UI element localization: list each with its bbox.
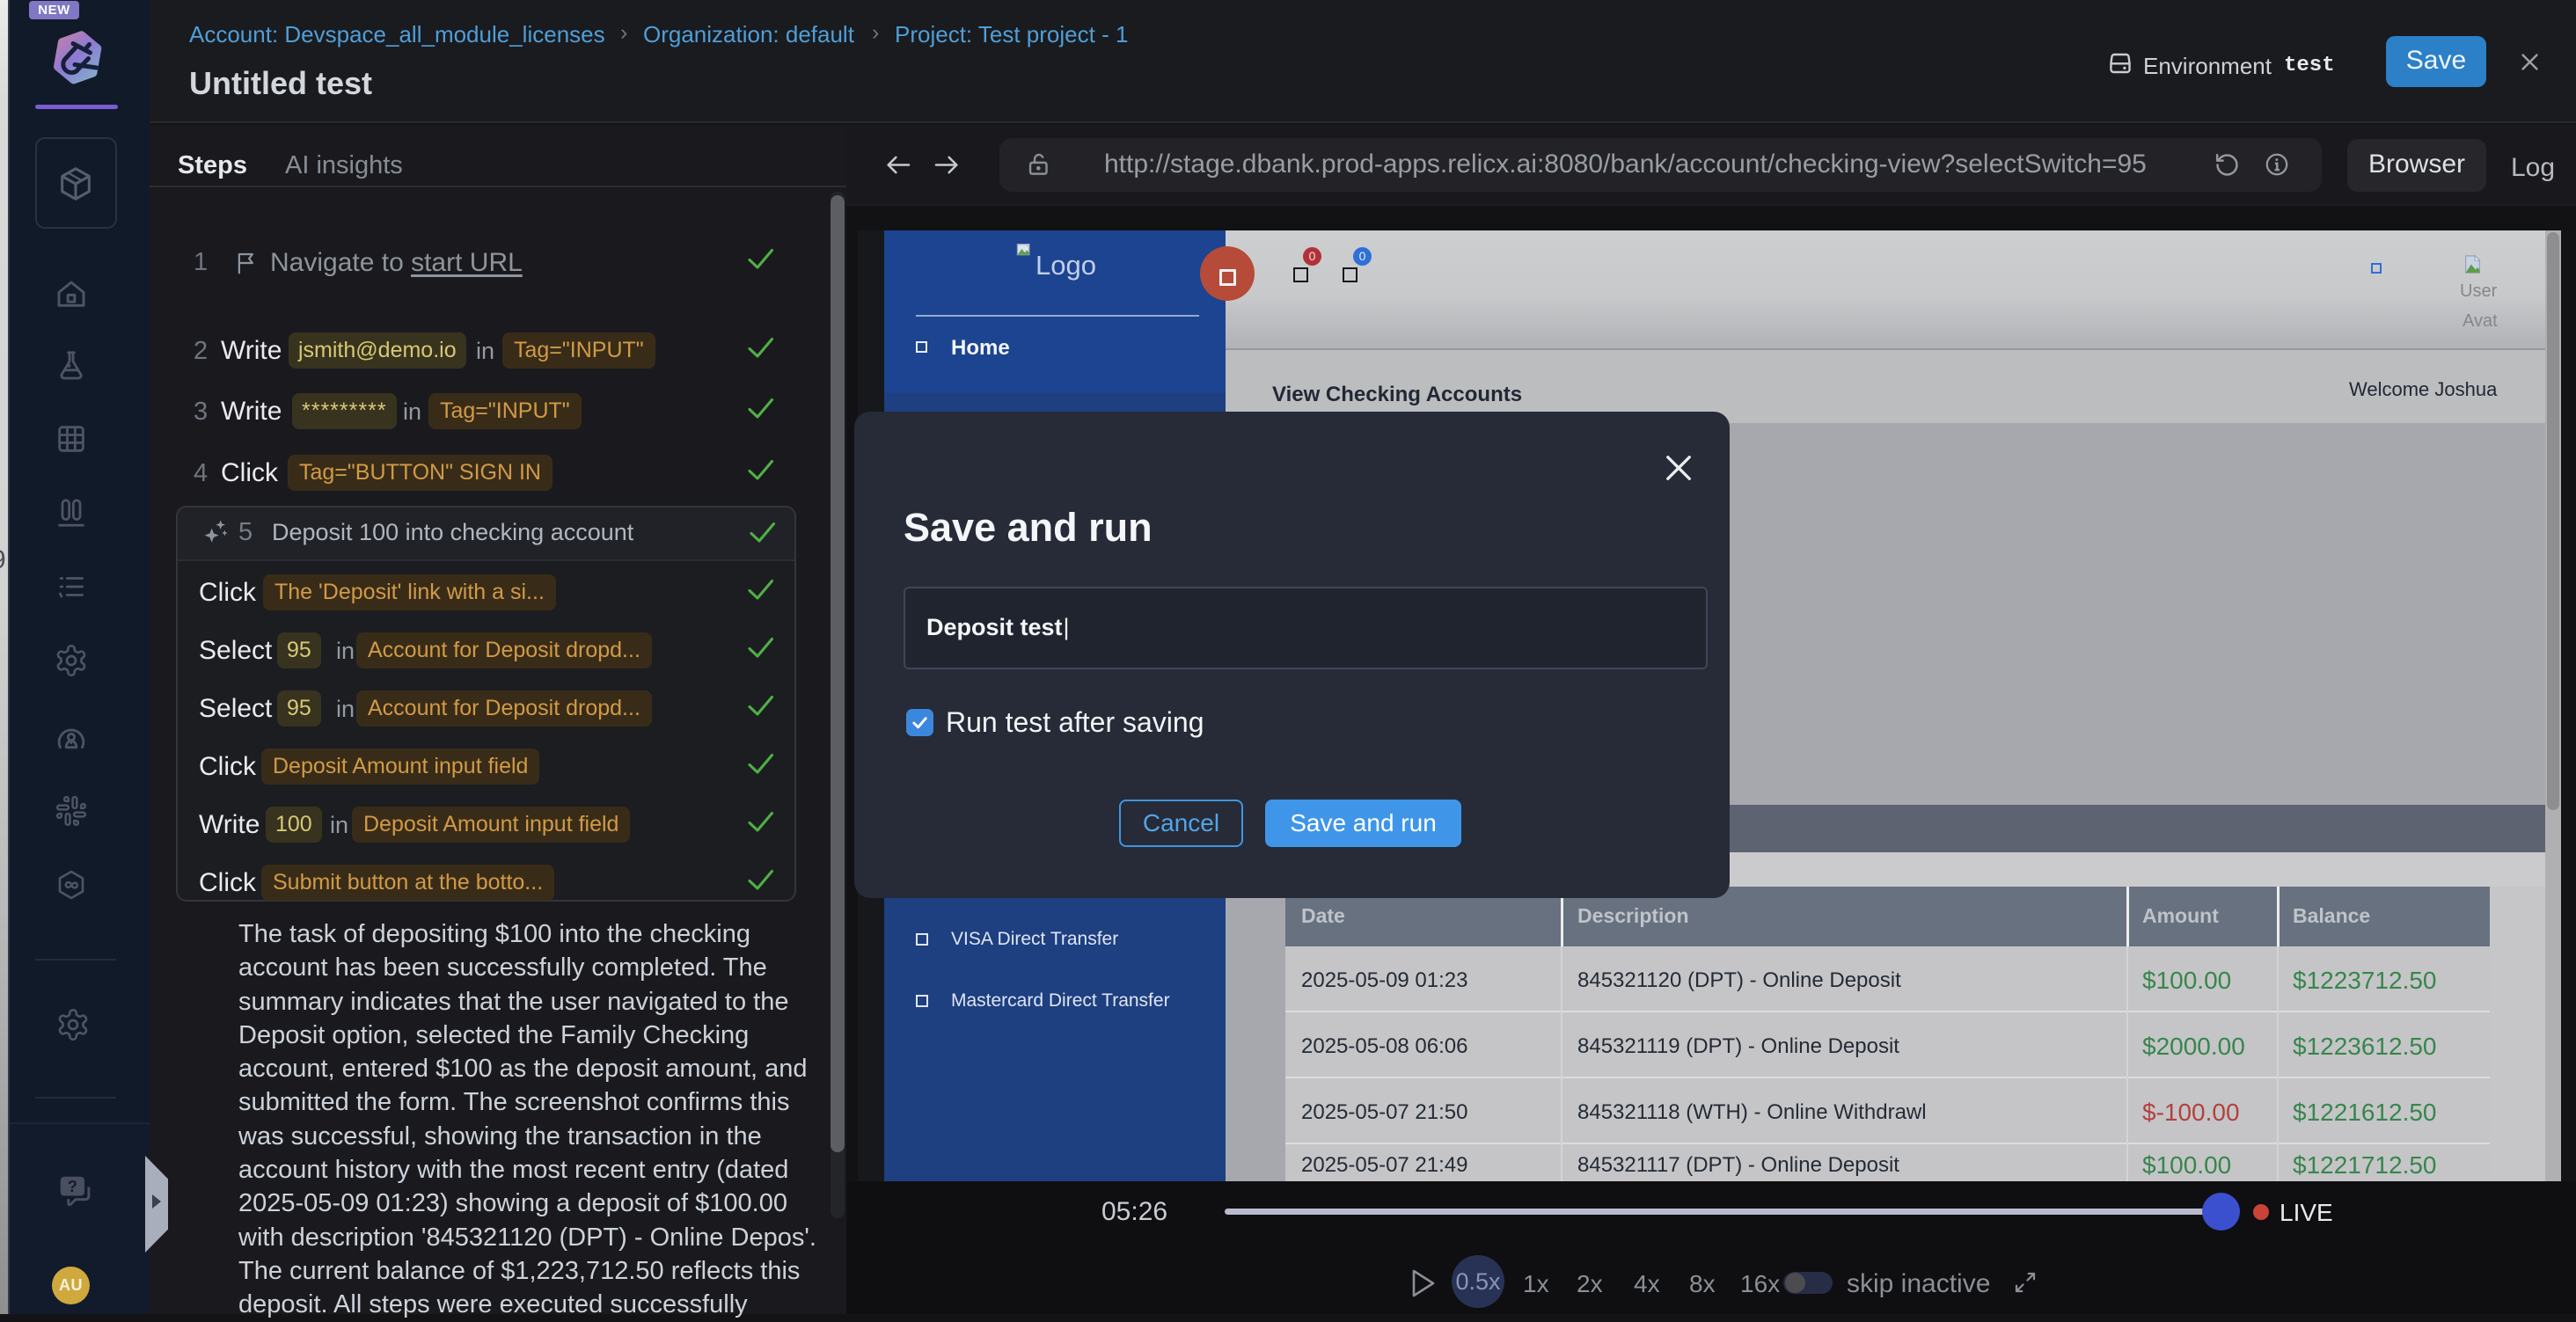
svg-text:?: ?: [68, 1178, 77, 1195]
